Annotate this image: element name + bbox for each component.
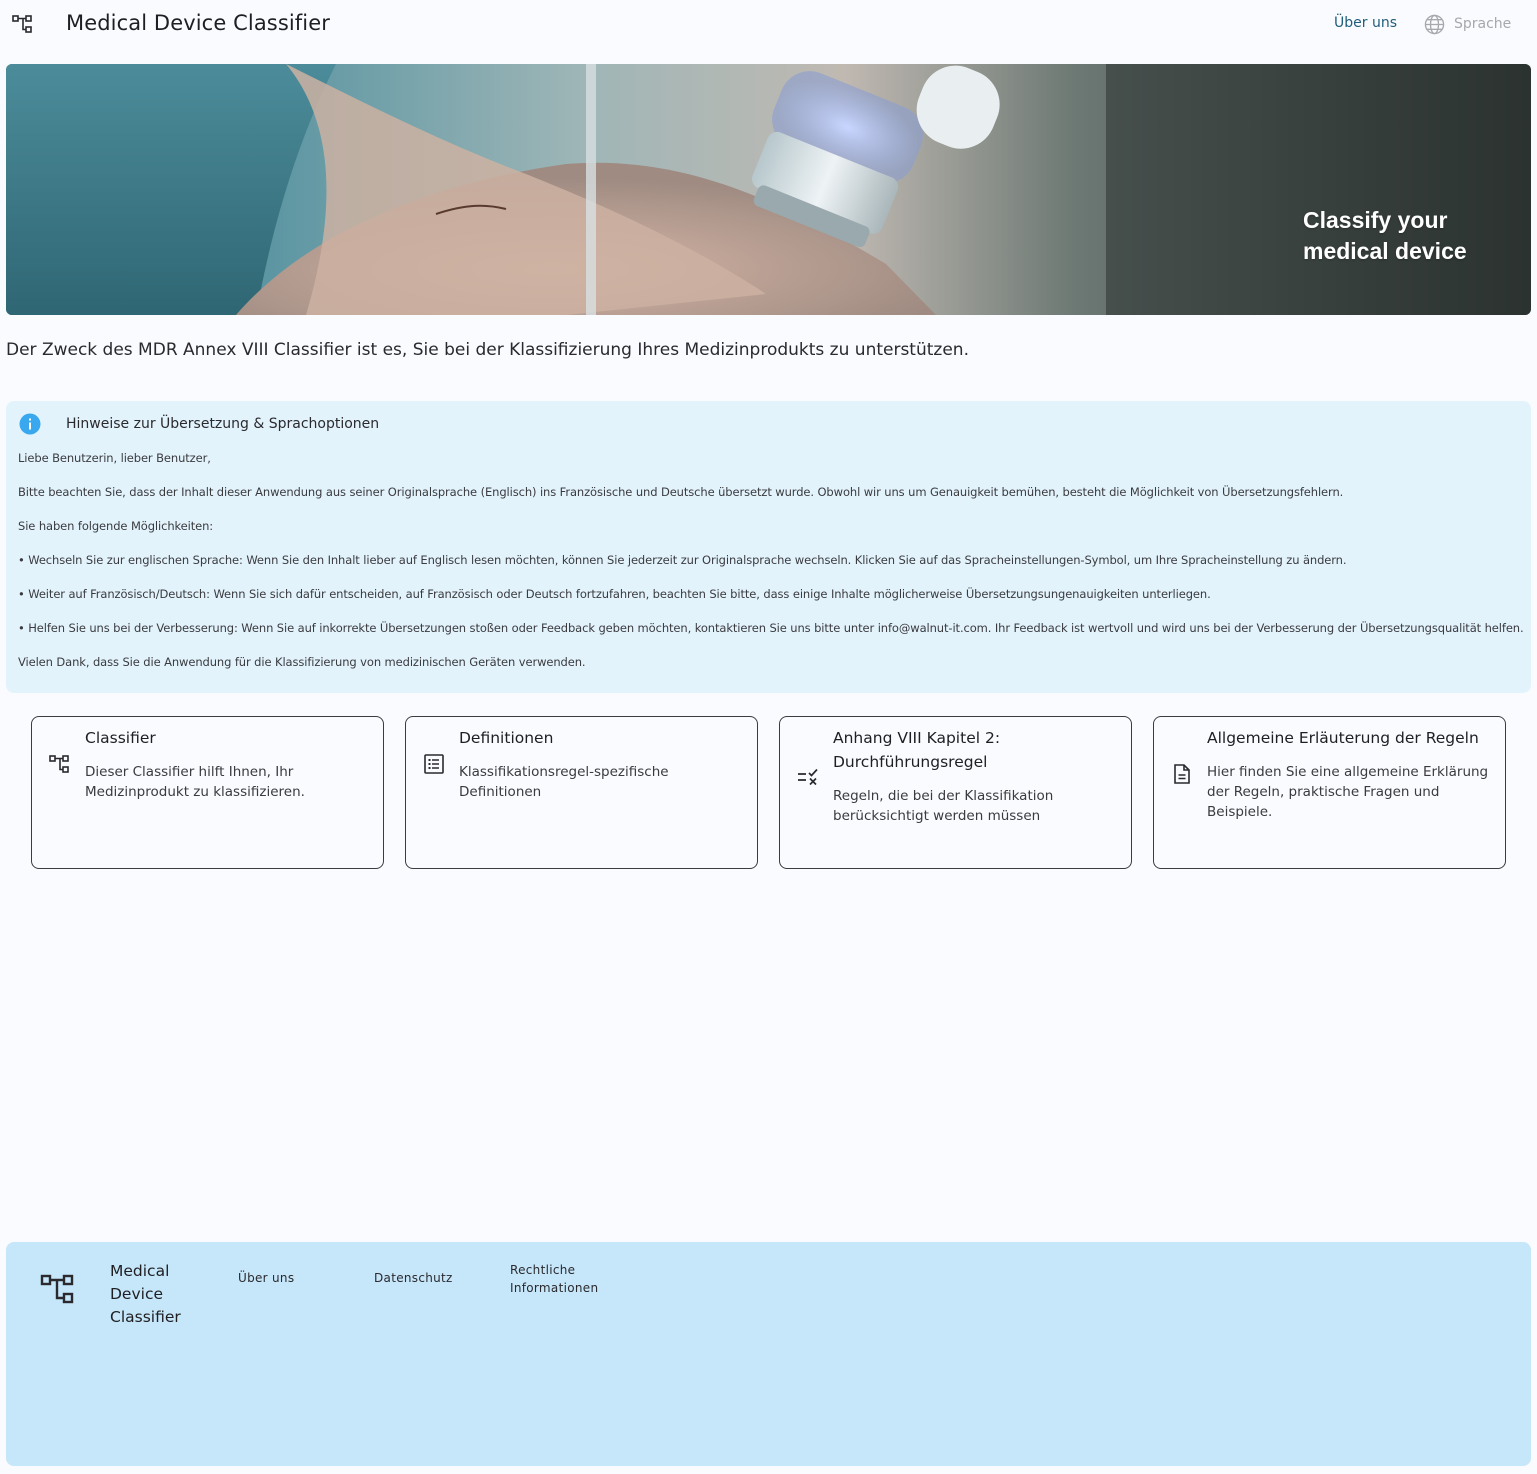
card-description: Dieser Classifier hilft Ihnen, Ihr Mediz…	[85, 764, 305, 800]
card-description: Hier finden Sie eine allgemeine Erklärun…	[1207, 764, 1489, 820]
footer-link-privacy[interactable]: Datenschutz	[374, 1269, 453, 1287]
top-app-bar: Medical Device Classifier Über uns Sprac…	[0, 0, 1537, 48]
notice-closing: Vielen Dank, dass Sie die Anwendung für …	[18, 655, 586, 669]
app-title[interactable]: Medical Device Classifier	[66, 11, 330, 35]
card-general-explanation[interactable]: Allgemeine Erläuterung der Regeln Hier f…	[1153, 716, 1506, 869]
notice-paragraph: Bitte beachten Sie, dass der Inhalt dies…	[18, 485, 1344, 499]
card-title: Allgemeine Erläuterung der Regeln	[1207, 729, 1479, 747]
card-definitions[interactable]: Definitionen Klassifikationsregel-spezif…	[405, 716, 758, 869]
card-description: Regeln, die bei der Klassifikation berüc…	[833, 788, 1054, 824]
footer-brand[interactable]: Medical Device Classifier	[110, 1260, 210, 1329]
hierarchy-icon[interactable]	[12, 13, 34, 35]
card-title: Definitionen	[459, 729, 554, 747]
notice-bullet: • Wechseln Sie zur englischen Sprache: W…	[18, 553, 1347, 567]
card-title: Classifier	[85, 729, 156, 747]
globe-icon	[1424, 14, 1445, 34]
card-description: Klassifikationsregel-spezifische Definit…	[459, 764, 669, 800]
info-icon	[19, 413, 41, 435]
language-button[interactable]: Sprache	[1424, 13, 1511, 35]
hero-banner: Classify your medical device	[6, 64, 1531, 315]
hero-image	[6, 64, 1531, 315]
notice-paragraph: Sie haben folgende Möglichkeiten:	[18, 519, 214, 533]
intro-text: Der Zweck des MDR Annex VIII Classifier …	[6, 340, 969, 360]
notice-bullet: • Helfen Sie uns bei der Verbesserung: W…	[18, 621, 1524, 635]
notice-greeting: Liebe Benutzerin, lieber Benutzer,	[18, 451, 211, 465]
card-implementing-rule[interactable]: Anhang VIII Kapitel 2: Durchführungsrege…	[779, 716, 1132, 869]
translation-notice: Hinweise zur Übersetzung & Sprachoptione…	[6, 401, 1531, 693]
language-label: Sprache	[1454, 16, 1512, 32]
card-title: Anhang VIII Kapitel 2: Durchführungsrege…	[833, 729, 1001, 771]
footer-link-about[interactable]: Über uns	[238, 1269, 294, 1287]
rule-check-icon	[798, 768, 818, 786]
hierarchy-icon	[49, 755, 69, 773]
card-classifier[interactable]: Classifier Dieser Classifier hilft Ihnen…	[31, 716, 384, 869]
footer: Medical Device Classifier Über uns Daten…	[6, 1242, 1531, 1466]
footer-link-legal[interactable]: Rechtliche Informationen	[510, 1261, 620, 1297]
document-icon	[1174, 764, 1190, 784]
list-icon	[424, 754, 444, 774]
notice-bullet: • Weiter auf Französisch/Deutsch: Wenn S…	[18, 587, 1211, 601]
hierarchy-icon[interactable]	[40, 1272, 76, 1306]
about-link[interactable]: Über uns	[1334, 15, 1397, 31]
hero-title: Classify your medical device	[1303, 207, 1467, 264]
notice-title: Hinweise zur Übersetzung & Sprachoptione…	[66, 416, 380, 432]
